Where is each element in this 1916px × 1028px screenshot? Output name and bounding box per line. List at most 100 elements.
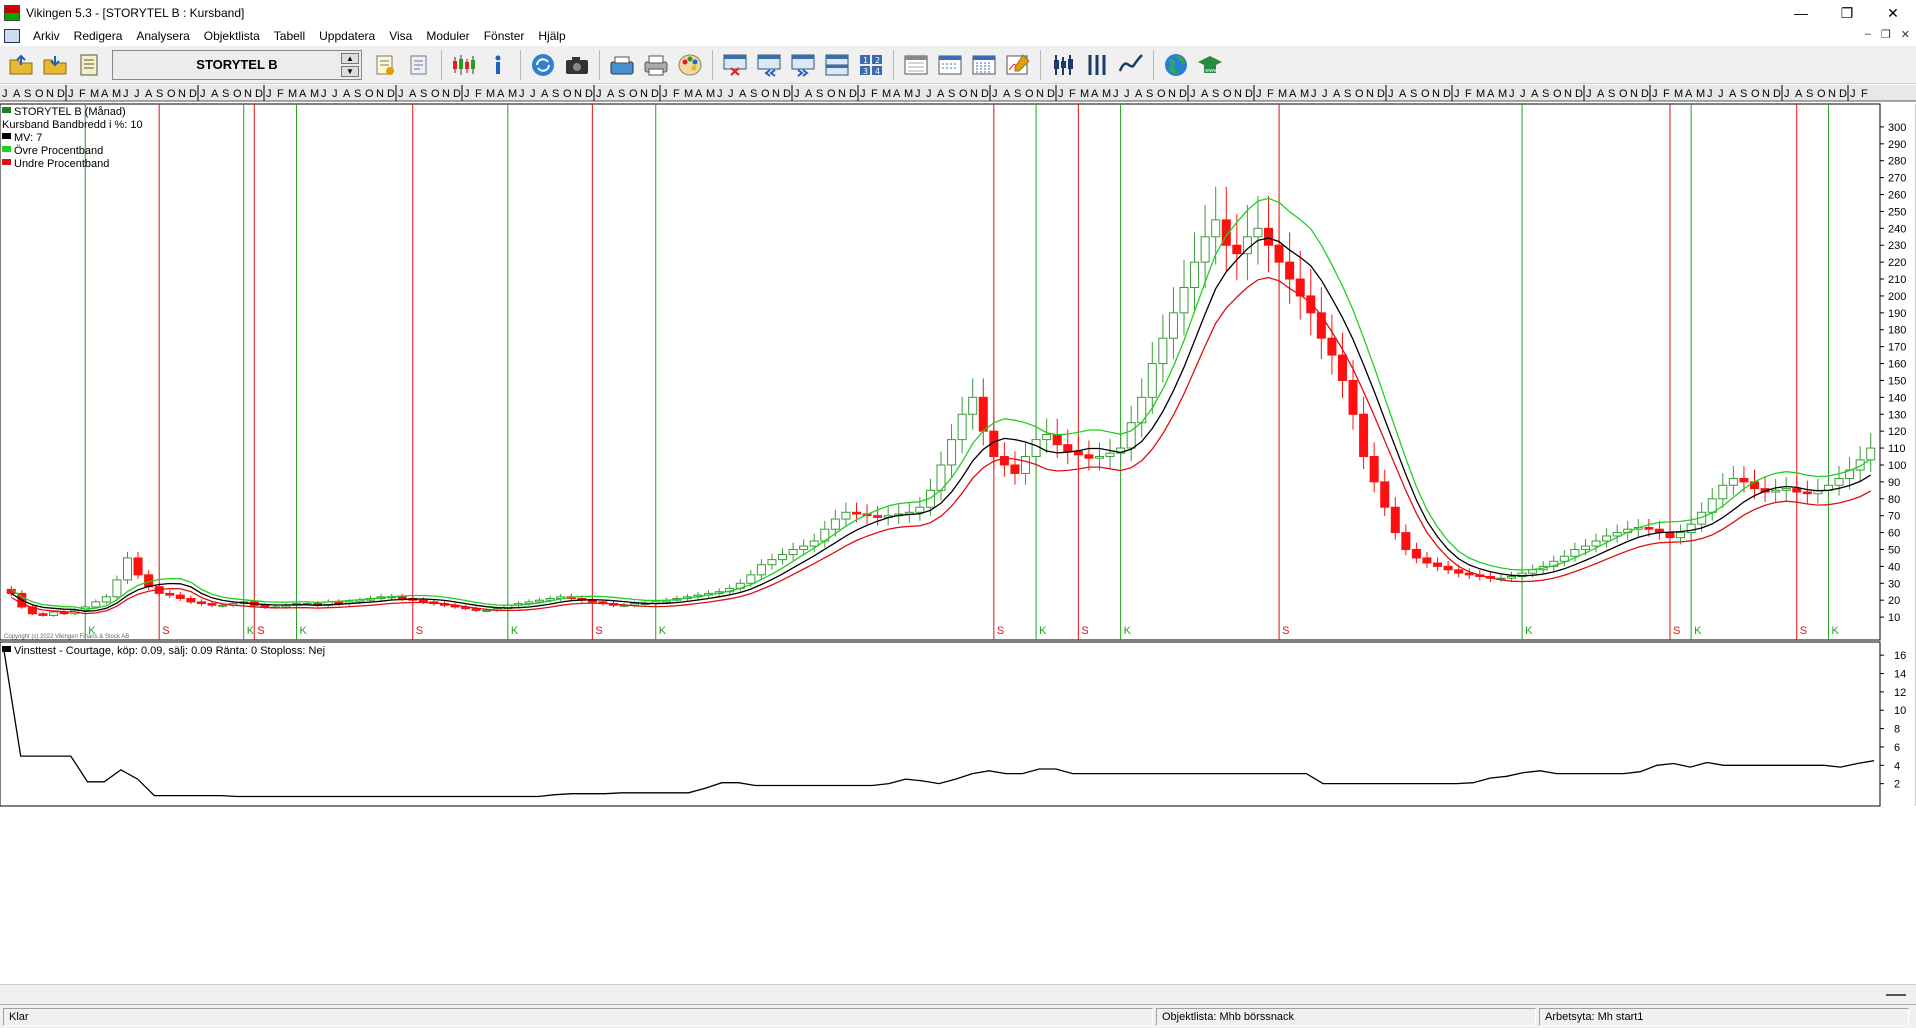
objectlist-icon[interactable]: [74, 50, 104, 80]
ticker-down-icon[interactable]: ▼: [341, 65, 359, 77]
y-tick-label: 14: [1894, 669, 1906, 681]
palette-icon[interactable]: [675, 50, 705, 80]
month-letter: J: [1058, 88, 1064, 100]
menu-visa[interactable]: Visa: [382, 29, 419, 43]
price-panel-frame: [0, 103, 1881, 641]
month-letter: M: [288, 88, 297, 100]
camera-icon[interactable]: [562, 50, 592, 80]
note-icon[interactable]: [370, 50, 400, 80]
line-type-icon[interactable]: [1116, 50, 1146, 80]
month-letter: S: [420, 88, 427, 100]
month-letter: S: [354, 88, 361, 100]
sell-signal-label: S: [1081, 625, 1088, 637]
menu-moduler[interactable]: Moduler: [419, 29, 476, 43]
svg-text:1: 1: [863, 56, 868, 65]
window-close-icon[interactable]: [720, 50, 750, 80]
candle-body: [482, 609, 492, 612]
candle-body: [112, 579, 122, 598]
calendar-week-icon[interactable]: [935, 50, 965, 80]
menu-fonster[interactable]: Fönster: [477, 29, 532, 43]
candle-body: [746, 574, 756, 584]
window-grid-icon[interactable]: 1234: [856, 50, 886, 80]
month-letter: A: [1289, 88, 1297, 100]
window-back-icon[interactable]: [754, 50, 784, 80]
bar-type-icon[interactable]: [1082, 50, 1112, 80]
menu-uppdatera[interactable]: Uppdatera: [312, 29, 382, 43]
fax-icon[interactable]: [607, 50, 637, 80]
mdi-restore-button[interactable]: ❐: [1881, 28, 1891, 41]
report-icon[interactable]: [404, 50, 434, 80]
y-tick-label: 4: [1894, 760, 1900, 772]
document-icon[interactable]: [4, 29, 20, 43]
save-folder-icon[interactable]: [40, 50, 70, 80]
mdi-minimize-button[interactable]: –: [1865, 28, 1871, 41]
candlestick-chart-icon[interactable]: [449, 50, 479, 80]
close-button[interactable]: ✕: [1870, 0, 1916, 26]
candle-body: [207, 603, 217, 606]
month-letter: N: [970, 88, 978, 100]
menu-analysera[interactable]: Analysera: [129, 29, 196, 43]
window-tile-icon[interactable]: [822, 50, 852, 80]
month-letter: J: [1388, 88, 1394, 100]
month-letter: M: [1102, 88, 1111, 100]
mdi-close-button[interactable]: ✕: [1901, 28, 1910, 41]
info-icon[interactable]: [483, 50, 513, 80]
ticker-up-icon[interactable]: ▲: [341, 52, 359, 64]
month-letter: A: [805, 88, 813, 100]
menu-arkiv[interactable]: Arkiv: [26, 29, 67, 43]
month-letter: S: [948, 88, 955, 100]
month-letter: S: [618, 88, 625, 100]
month-letter: F: [277, 88, 284, 100]
ticker-selector[interactable]: STORYTEL B ▲ ▼: [112, 49, 362, 80]
month-letter: D: [1443, 88, 1451, 100]
chart-area[interactable]: JASONDJFMAMJJASONDJASONDJFMAMJJASONDJASO…: [0, 84, 1916, 984]
month-letter: J: [992, 88, 998, 100]
month-letter: A: [1003, 88, 1011, 100]
printer-icon[interactable]: [641, 50, 671, 80]
menu-objektlista[interactable]: Objektlista: [197, 29, 267, 43]
minimize-button[interactable]: —: [1778, 0, 1824, 26]
menu-hjalp[interactable]: Hjälp: [531, 29, 572, 43]
menu-tabell[interactable]: Tabell: [267, 29, 312, 43]
month-letter: O: [35, 88, 44, 100]
calendar-month-icon[interactable]: [969, 50, 999, 80]
month-letter: O: [1223, 88, 1232, 100]
candle-body: [1179, 286, 1189, 314]
candle-type-icon[interactable]: [1048, 50, 1078, 80]
month-letter: N: [442, 88, 450, 100]
chart-canvas[interactable]: JASONDJFMAMJJASONDJASONDJFMAMJJASONDJASO…: [0, 84, 1916, 984]
month-letter: D: [453, 88, 461, 100]
window-forward-icon[interactable]: [788, 50, 818, 80]
candle-body: [1094, 456, 1104, 459]
scroll-strip: [0, 984, 1916, 1004]
title-bar: Vikingen 5.3 - [STORYTEL B : Kursband] —…: [0, 0, 1916, 26]
minimize-panel-icon[interactable]: [1886, 994, 1906, 996]
y-tick-label: 20: [1888, 595, 1900, 607]
month-letter: N: [178, 88, 186, 100]
month-letter: J: [662, 88, 668, 100]
academy-icon[interactable]: www: [1195, 50, 1225, 80]
upper-band-line: [10, 197, 1872, 610]
month-letter: A: [343, 88, 351, 100]
month-letter: J: [794, 88, 800, 100]
candle-body: [778, 554, 788, 561]
month-letter: A: [13, 88, 21, 100]
globe-icon[interactable]: [1161, 50, 1191, 80]
candle-body: [1031, 439, 1041, 458]
calendar-day-icon[interactable]: [901, 50, 931, 80]
y-tick-label: 200: [1888, 291, 1906, 303]
month-letter: F: [79, 88, 86, 100]
month-letter: N: [1432, 88, 1440, 100]
candle-body: [851, 511, 861, 515]
month-letter: M: [1476, 88, 1485, 100]
open-folder-icon[interactable]: [6, 50, 36, 80]
month-letter: J: [728, 88, 734, 100]
candle-body: [1506, 576, 1517, 579]
maximize-button[interactable]: ❐: [1824, 0, 1870, 26]
menu-redigera[interactable]: Redigera: [67, 29, 130, 43]
refresh-icon[interactable]: [528, 50, 558, 80]
candle-body: [1232, 244, 1242, 255]
draw-chart-icon[interactable]: [1003, 50, 1033, 80]
month-letter: A: [1135, 88, 1143, 100]
candle-body: [1792, 488, 1802, 493]
